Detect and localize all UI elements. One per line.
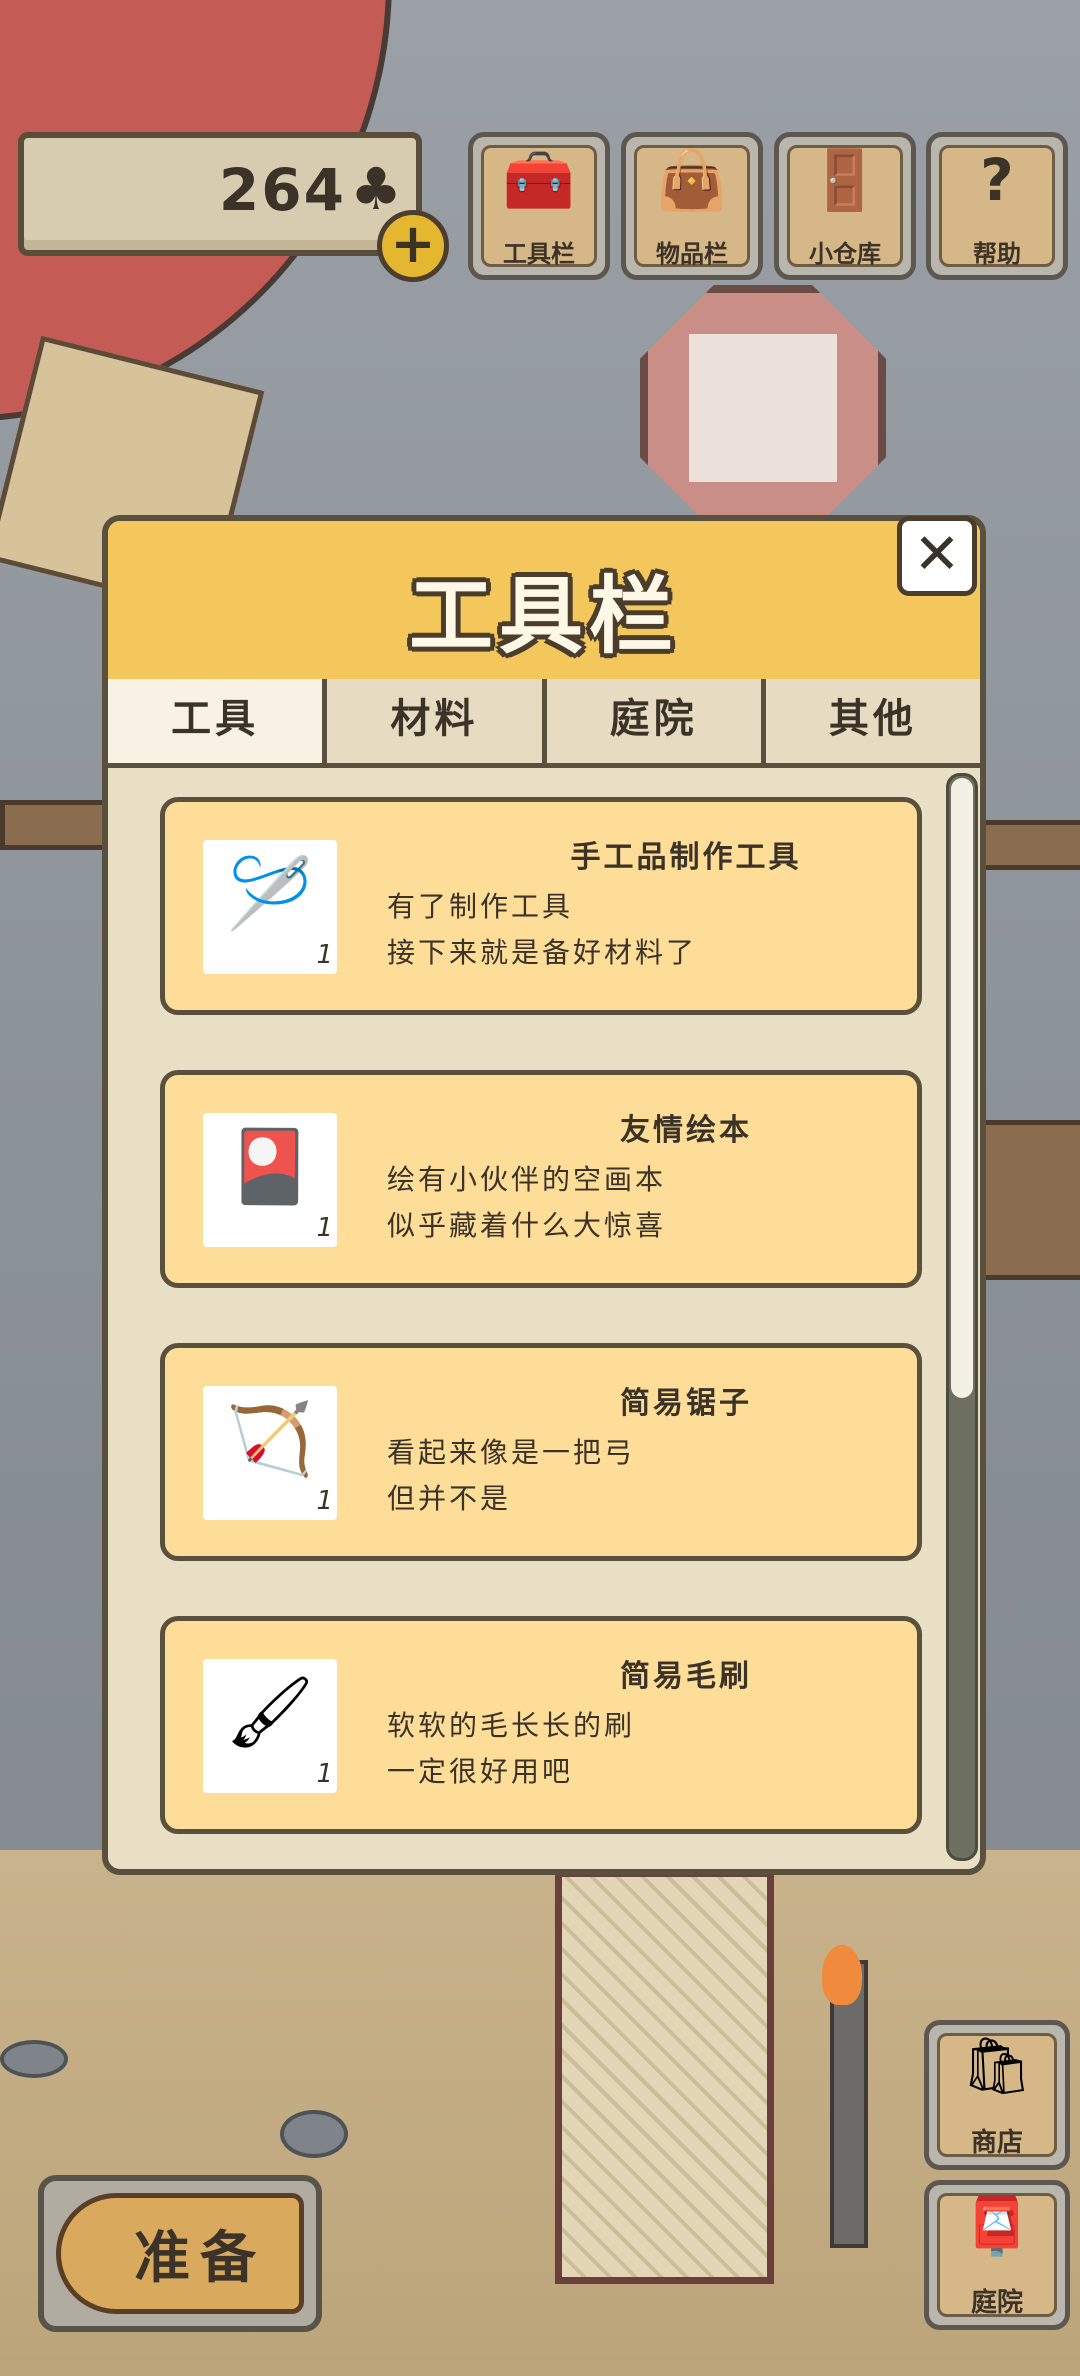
folding-screen xyxy=(555,1870,774,2284)
item-quantity: 1 xyxy=(316,1486,333,1516)
clover-count: 264 xyxy=(218,156,346,224)
item-list: 🪡 1 手工品制作工具 有了制作工具 接下来就是备好材料了 🎴 1 友情绘本 绘… xyxy=(160,797,922,1869)
item-thumbnail: 🖌 1 xyxy=(203,1659,337,1793)
item-name: 简易锯子 xyxy=(620,1386,752,1421)
storage-label: 小仓库 xyxy=(809,240,881,268)
clover-icon: ♣ xyxy=(350,155,402,223)
item-description: 看起来像是一把弓 但并不是 xyxy=(387,1436,636,1515)
item-thumbnail: 🏹 1 xyxy=(203,1386,337,1520)
panel-header: 工具栏 xyxy=(108,521,980,684)
help-button[interactable]: ? 帮助 xyxy=(926,132,1068,280)
picture-book-icon: 🎴 xyxy=(226,1125,314,1207)
toolbox-icon: 🧰 xyxy=(502,146,576,214)
clover-counter: 264 ♣ xyxy=(18,132,422,256)
brush-icon: 🖌 xyxy=(225,1671,315,1753)
octagon-window xyxy=(640,285,886,531)
item-quantity: 1 xyxy=(316,1759,333,1789)
ready-button[interactable]: 准备 xyxy=(38,2175,322,2332)
toolbox-button[interactable]: 🧰 工具栏 xyxy=(468,132,610,280)
panel-title: 工具栏 xyxy=(408,567,679,665)
question-icon: ? xyxy=(980,146,1014,214)
yard-button[interactable]: 📮 庭院 xyxy=(924,2180,1070,2330)
yard-label: 庭院 xyxy=(970,2288,1023,2318)
item-quantity: 1 xyxy=(316,1213,333,1243)
tab-yard[interactable]: 庭院 xyxy=(546,679,766,763)
list-item[interactable]: 🖌 1 简易毛刷 软软的毛长长的刷 一定很好用吧 xyxy=(160,1616,922,1834)
close-button[interactable]: ✕ xyxy=(897,516,977,596)
items-label: 物品栏 xyxy=(656,240,728,268)
list-item[interactable]: 🎴 1 友情绘本 绘有小伙伴的空画本 似乎藏着什么大惊喜 xyxy=(160,1070,922,1288)
item-description: 软软的毛长长的刷 一定很好用吧 xyxy=(387,1709,636,1788)
item-name: 友情绘本 xyxy=(620,1113,752,1148)
list-item[interactable]: 🏹 1 简易锯子 看起来像是一把弓 但并不是 xyxy=(160,1343,922,1561)
item-description: 绘有小伙伴的空画本 似乎藏着什么大惊喜 xyxy=(387,1163,667,1242)
scrollbar[interactable] xyxy=(946,773,978,1861)
tab-tools[interactable]: 工具 xyxy=(108,679,328,763)
list-item[interactable]: 🪡 1 手工品制作工具 有了制作工具 接下来就是备好材料了 xyxy=(160,797,922,1015)
saw-icon: 🏹 xyxy=(226,1398,314,1480)
item-quantity: 1 xyxy=(316,940,333,970)
bag-icon: 👜 xyxy=(655,146,729,214)
mailbox-icon: 📮 xyxy=(962,2194,1032,2259)
door-icon: 🚪 xyxy=(808,146,882,214)
craft-tools-icon: 🪡 xyxy=(226,852,314,934)
shop-button[interactable]: 🛍 商店 xyxy=(924,2020,1070,2170)
inventory-panel: 工具栏 工具 材料 庭院 其他 🪡 1 手工品制作工具 有了制作工具 接下来就是… xyxy=(102,515,986,1875)
toolbox-label: 工具栏 xyxy=(503,240,575,268)
item-name: 手工品制作工具 xyxy=(570,840,802,875)
ready-label: 准备 xyxy=(134,2226,266,2291)
flame-icon xyxy=(822,1945,862,2005)
tab-other[interactable]: 其他 xyxy=(765,679,980,763)
pebble xyxy=(280,2110,348,2158)
help-label: 帮助 xyxy=(973,240,1021,268)
item-thumbnail: 🎴 1 xyxy=(203,1113,337,1247)
storage-button[interactable]: 🚪 小仓库 xyxy=(774,132,916,280)
right-stool xyxy=(975,1120,1080,1280)
add-clover-button[interactable]: + xyxy=(377,210,449,282)
items-button[interactable]: 👜 物品栏 xyxy=(621,132,763,280)
pebble xyxy=(0,2040,68,2078)
item-name: 简易毛刷 xyxy=(620,1659,752,1694)
item-description: 有了制作工具 接下来就是备好材料了 xyxy=(387,890,698,969)
tab-bar: 工具 材料 庭院 其他 xyxy=(108,679,980,768)
shop-bags-icon: 🛍 xyxy=(961,2034,1033,2099)
item-thumbnail: 🪡 1 xyxy=(203,840,337,974)
tab-materials[interactable]: 材料 xyxy=(327,679,547,763)
scroll-thumb[interactable] xyxy=(951,778,973,1398)
shop-label: 商店 xyxy=(970,2128,1023,2158)
right-shelf xyxy=(970,820,1080,870)
